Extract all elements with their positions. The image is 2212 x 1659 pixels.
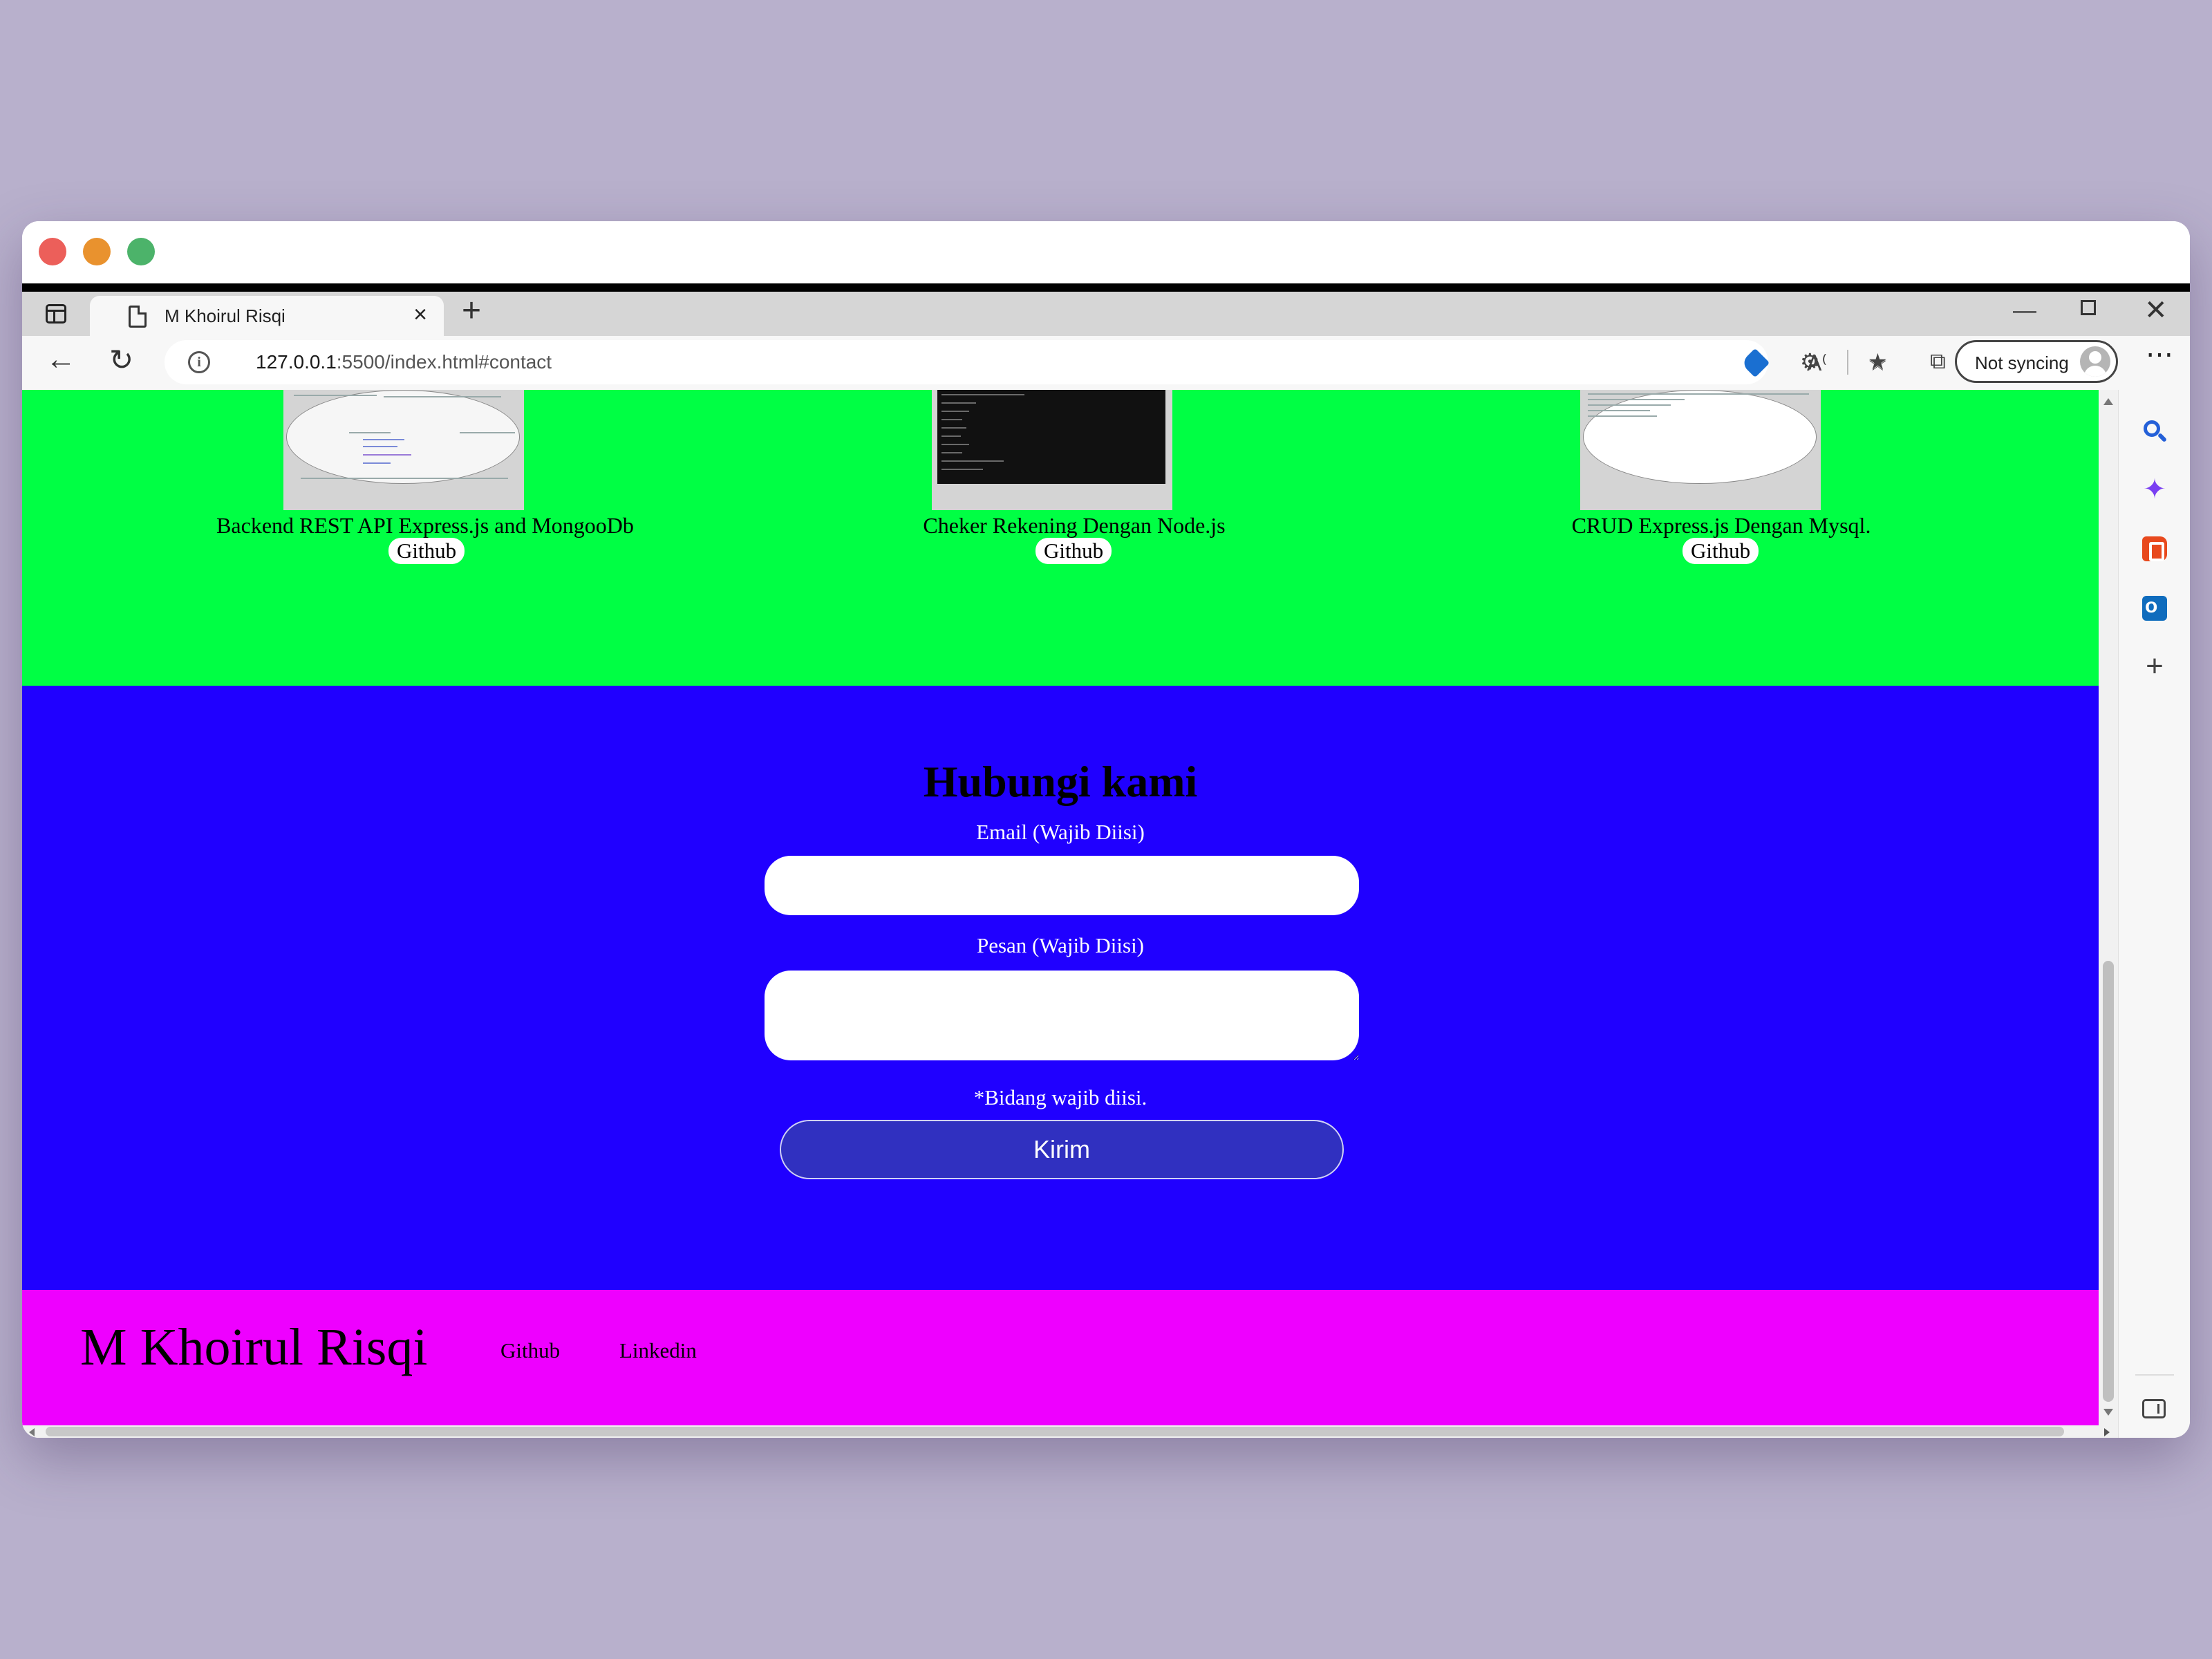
email-field[interactable] — [765, 856, 1359, 915]
close-icon[interactable]: ✕ — [2144, 294, 2168, 326]
tab-strip: M Khoirul Risqi × + — ✕ — [22, 292, 2190, 336]
message-label: Pesan (Wajib Diisi) — [976, 933, 1145, 957]
project-thumbnail — [1580, 390, 1821, 510]
shopping-tag-icon[interactable] — [1740, 348, 1770, 378]
project-github-link[interactable]: Github — [1035, 538, 1112, 564]
project-thumbnail — [283, 390, 524, 510]
reload-icon[interactable]: ↻ — [109, 346, 133, 375]
outlook-icon[interactable] — [2142, 594, 2167, 621]
required-note: *Bidang wajib diisi. — [973, 1085, 1147, 1109]
add-icon[interactable]: + — [2142, 651, 2167, 682]
scroll-up-arrow[interactable] — [2103, 398, 2113, 405]
address-bar[interactable]: i 127.0.0.1:5500/index.html#contact A⁽ ☆ — [165, 340, 1888, 384]
project-thumbnail — [932, 390, 1172, 510]
back-icon[interactable]: ← — [46, 344, 76, 375]
favorites-icon[interactable]: ★ — [1868, 348, 1888, 375]
tab-title: M Khoirul Risqi — [165, 306, 285, 326]
collections-icon[interactable]: ⧉ — [1930, 348, 1946, 375]
toolbar-separator — [1847, 350, 1848, 375]
close-tab-icon[interactable]: × — [413, 303, 427, 326]
vertical-scroll-thumb[interactable] — [2103, 961, 2114, 1402]
browser-window: M Khoirul Risqi × + — ✕ ← ↻ i 127.0.0.1:… — [22, 221, 2190, 1438]
copilot-icon[interactable]: ✦ — [2142, 476, 2167, 503]
project-title: CRUD Express.js Dengan Mysql. — [1571, 513, 1871, 538]
window-titlebar — [22, 221, 2190, 283]
footer-brand: M Khoirul Risqi — [80, 1318, 428, 1376]
split-panel-icon[interactable] — [2142, 1399, 2166, 1418]
message-field[interactable] — [765, 971, 1359, 1060]
extensions-icon[interactable]: ⚙ — [1800, 348, 1820, 375]
office-icon[interactable] — [2142, 536, 2167, 561]
scroll-right-arrow[interactable] — [2104, 1428, 2110, 1436]
restore-icon[interactable] — [2081, 300, 2096, 315]
search-icon[interactable] — [2142, 419, 2168, 444]
tab-active[interactable]: M Khoirul Risqi × — [90, 296, 444, 336]
avatar — [2080, 346, 2110, 377]
zoom-window-button[interactable] — [127, 238, 155, 265]
info-icon[interactable]: i — [188, 351, 210, 373]
project-title: Cheker Rekening Dengan Node.js — [923, 513, 1226, 538]
url-text[interactable]: 127.0.0.1:5500/index.html#contact — [256, 351, 552, 373]
horizontal-scrollbar[interactable] — [22, 1425, 2118, 1438]
vertical-scrollbar[interactable] — [2099, 390, 2118, 1425]
tab-actions-icon[interactable] — [43, 301, 71, 326]
browser-toolbar: ← ↻ i 127.0.0.1:5500/index.html#contact … — [22, 336, 2190, 390]
page-viewport: Backend REST API Express.js and MongooDb… — [22, 390, 2099, 1425]
footer-link-linkedin[interactable]: Linkedin — [619, 1338, 697, 1363]
minimize-icon[interactable]: — — [2013, 297, 2036, 324]
browser-sidebar: ✦ + ⚙ — [2118, 390, 2190, 1438]
project-github-link[interactable]: Github — [388, 538, 465, 564]
profile-sync-button[interactable]: Not syncing — [1955, 340, 2118, 383]
footer-link-github[interactable]: Github — [500, 1338, 560, 1363]
horizontal-scroll-thumb[interactable] — [46, 1427, 2064, 1436]
submit-button[interactable]: Kirim — [780, 1120, 1344, 1179]
projects-section: Backend REST API Express.js and MongooDb… — [22, 390, 2099, 686]
project-github-link[interactable]: Github — [1683, 538, 1759, 564]
contact-heading: Hubungi kami — [923, 757, 1198, 806]
sidebar-separator — [2135, 1374, 2174, 1376]
site-footer: M Khoirul Risqi Github Linkedin — [22, 1290, 2099, 1425]
project-title: Backend REST API Express.js and MongooDb — [216, 513, 634, 538]
page-icon — [129, 306, 147, 328]
minimize-window-button[interactable] — [83, 238, 111, 265]
sync-label: Not syncing — [1975, 353, 2069, 373]
close-window-button[interactable] — [39, 238, 66, 265]
more-icon[interactable]: ⋯ — [2146, 339, 2175, 371]
contact-section: Hubungi kami Email (Wajib Diisi) Pesan (… — [22, 686, 2099, 1290]
titlebar-divider — [22, 283, 2190, 292]
email-label: Email (Wajib Diisi) — [976, 820, 1145, 844]
new-tab-button[interactable]: + — [462, 294, 481, 328]
scroll-down-arrow[interactable] — [2103, 1409, 2113, 1416]
scroll-left-arrow[interactable] — [29, 1428, 35, 1436]
